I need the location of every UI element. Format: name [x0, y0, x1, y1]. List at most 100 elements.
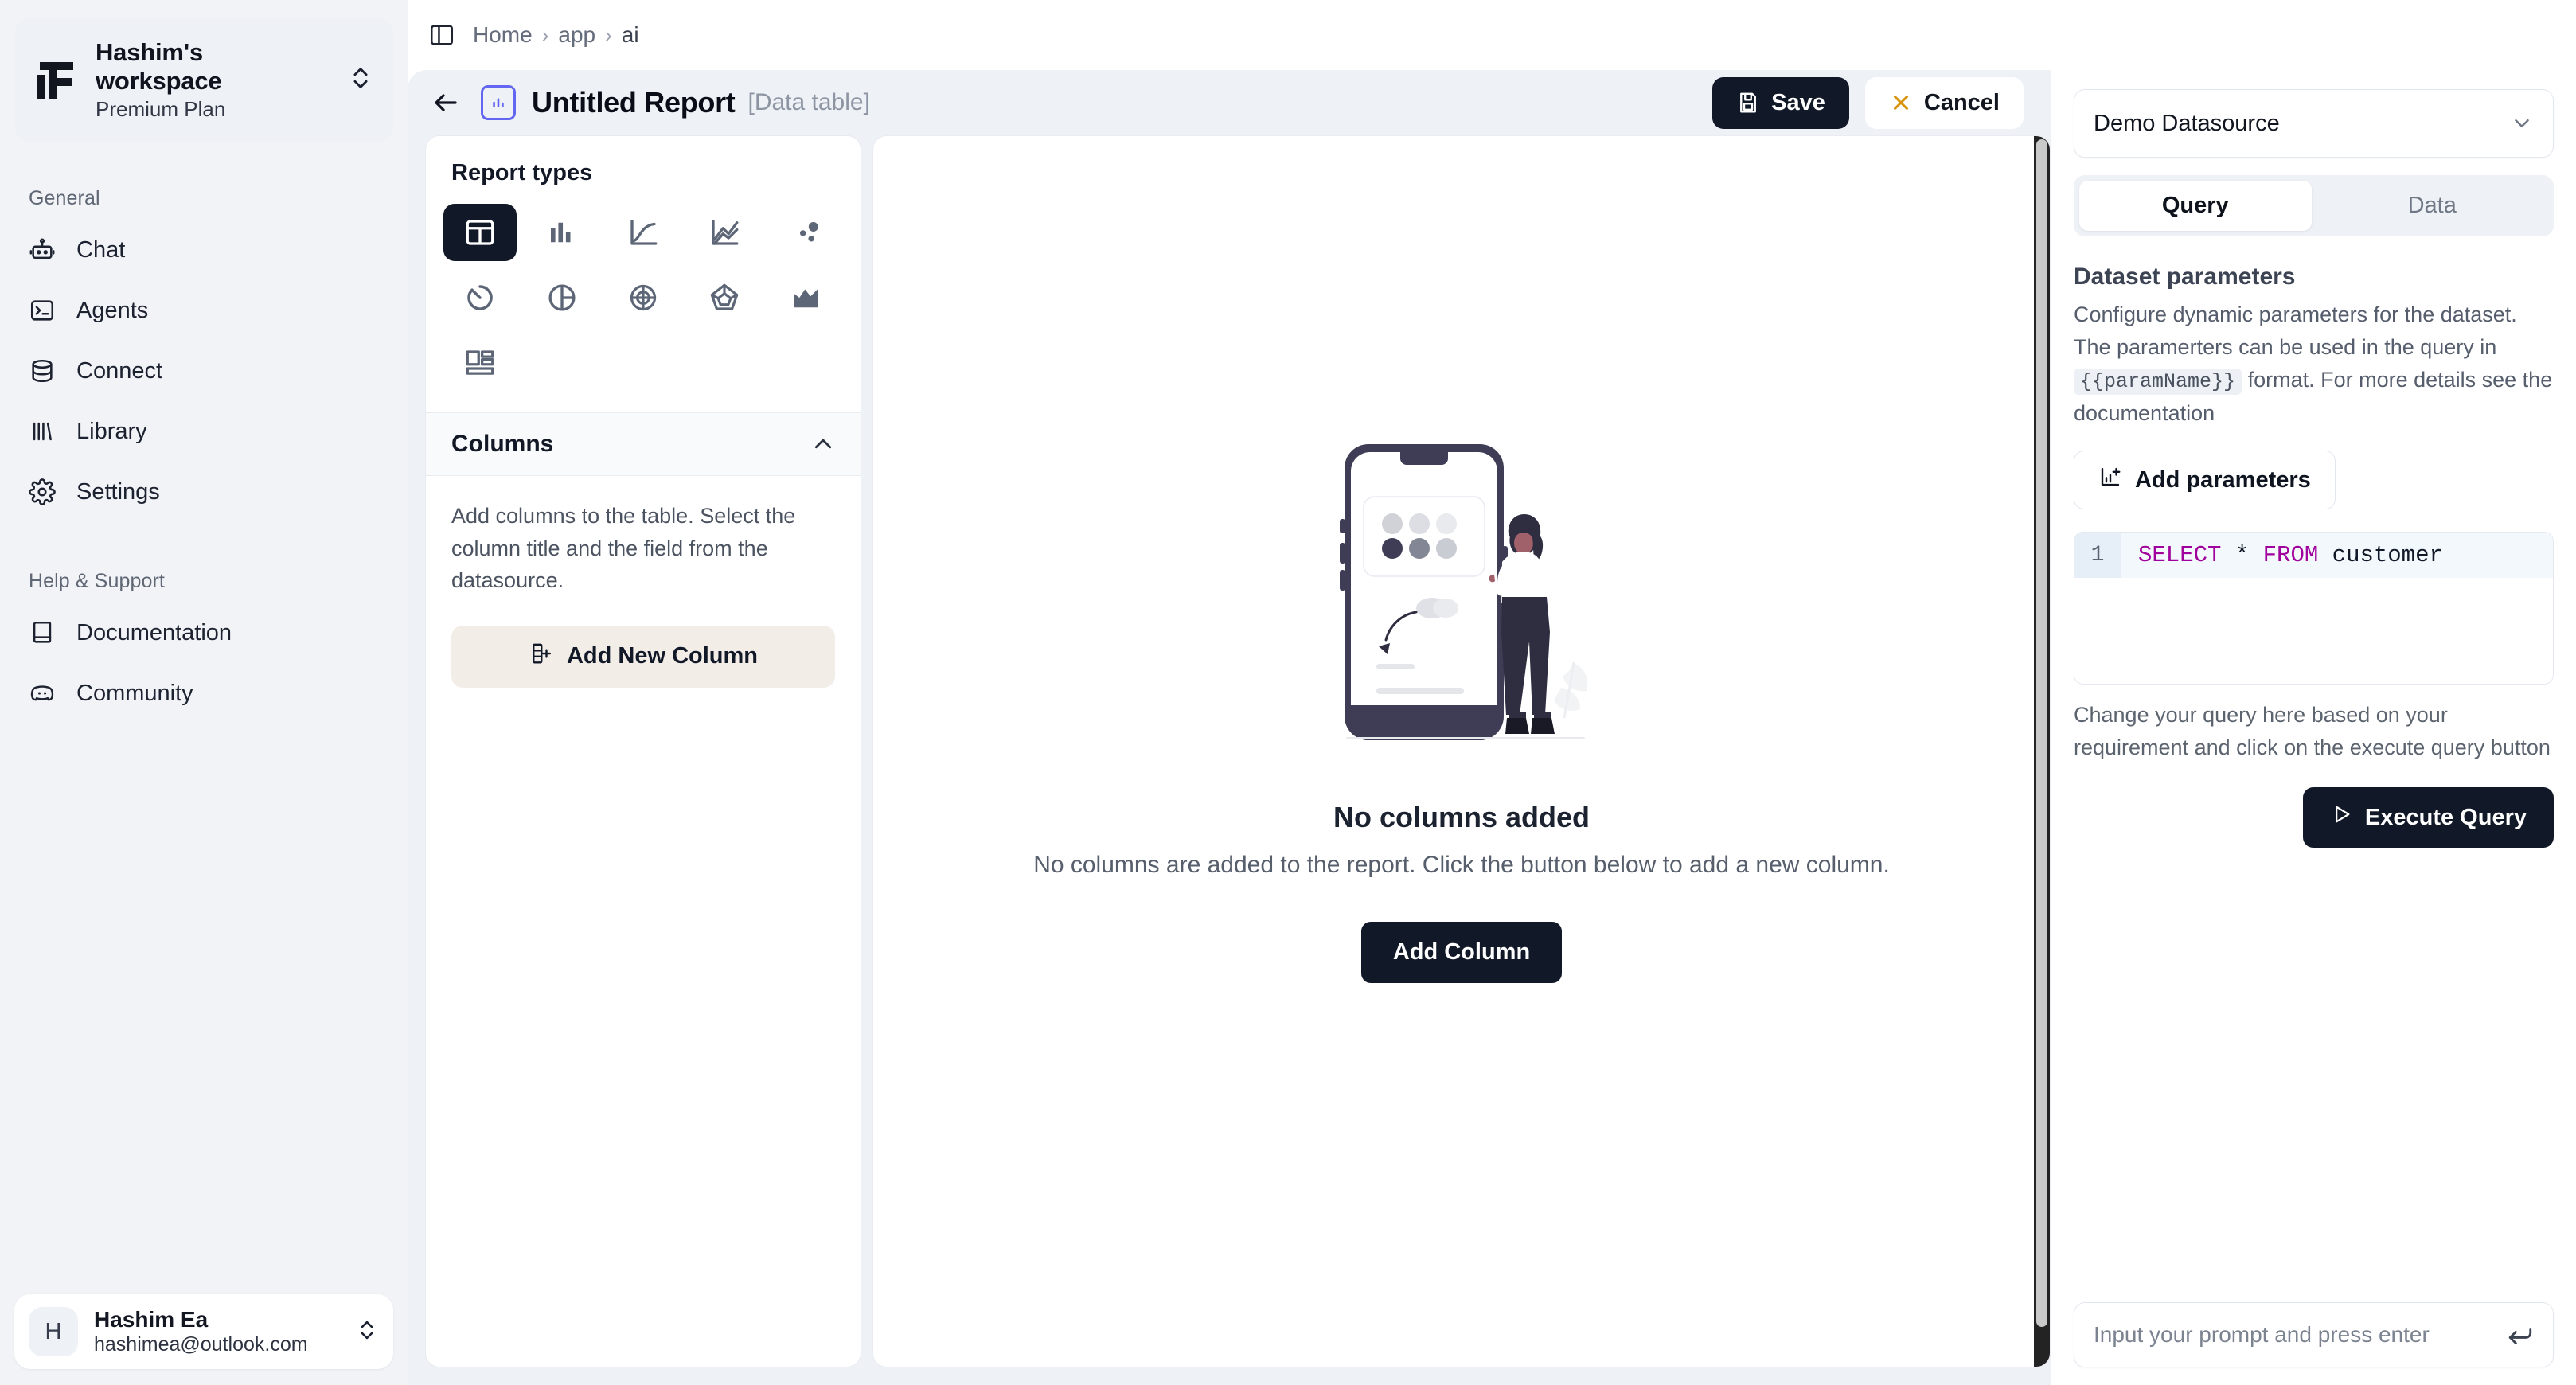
save-icon [1736, 91, 1760, 115]
workspace-logo-icon [33, 57, 80, 103]
cancel-button-label: Cancel [1923, 89, 2000, 115]
sql-keyword-select: SELECT [2138, 542, 2222, 569]
scrollbar-thumb[interactable] [2036, 139, 2047, 1327]
workspace-switcher[interactable]: Hashim's workspace Premium Plan [14, 18, 393, 142]
execute-query-row: Execute Query [2074, 787, 2554, 849]
report-type-bar-chart[interactable] [525, 204, 598, 261]
sidebar-item-label: Settings [76, 478, 160, 505]
report-type-scatter-chart[interactable] [770, 204, 843, 261]
cancel-button[interactable]: Cancel [1864, 76, 2024, 129]
work-area: Untitled Report [Data table] Save Cancel… [408, 70, 2576, 1385]
bot-icon [29, 236, 56, 263]
nav-group-general: General Chat Agents Connect Library Sett… [14, 187, 393, 517]
nav-group-help-support: Help & Support Documentation Community [14, 570, 393, 719]
sql-line-number: 1 [2074, 533, 2121, 579]
report-type-badge: [Data table] [747, 89, 870, 115]
sidebar-item-documentation[interactable]: Documentation [14, 607, 393, 658]
sidebar-item-settings[interactable]: Settings [14, 466, 393, 517]
sidebar-item-label: Connect [76, 357, 163, 384]
add-new-column-button[interactable]: Add New Column [451, 625, 835, 688]
sidebar-item-label: Agents [76, 297, 149, 323]
report-header: Untitled Report [Data table] Save Cancel [408, 70, 2051, 135]
add-parameters-button[interactable]: Add parameters [2074, 451, 2336, 510]
dataset-parameters-desc-part1: Configure dynamic parameters for the dat… [2074, 302, 2517, 360]
breadcrumb-item-ai[interactable]: ai [622, 22, 639, 48]
close-icon [1889, 91, 1913, 115]
report-canvas: No columns added No columns are added to… [872, 135, 2051, 1367]
chevron-up-down-icon [355, 1318, 379, 1346]
execute-query-label: Execute Query [2364, 804, 2527, 830]
breadcrumb-separator-icon: › [541, 22, 549, 47]
columns-description: Add columns to the table. Select the col… [451, 504, 796, 592]
report-type-radar-chart[interactable] [688, 269, 761, 326]
sidebar-item-label: Chat [76, 236, 126, 263]
report-type-gauge-chart[interactable] [443, 269, 517, 326]
toggle-sidebar-icon[interactable] [428, 21, 455, 49]
sql-star: * [2234, 542, 2250, 569]
report-type-area-line-chart[interactable] [688, 204, 761, 261]
left-config-panel: Report types Columns Add columns to the … [425, 135, 861, 1367]
breadcrumb-item-app[interactable]: app [558, 22, 595, 48]
tab-query[interactable]: Query [2079, 181, 2312, 231]
editor-panes: Report types Columns Add columns to the … [408, 135, 2051, 1385]
columns-section-body: Add columns to the table. Select the col… [426, 476, 861, 688]
execute-query-button[interactable]: Execute Query [2302, 787, 2554, 849]
nav-group-title: Help & Support [29, 570, 165, 592]
sql-editor-code[interactable]: SELECT * FROM customer [2121, 533, 2553, 578]
sql-table-name: customer [2332, 542, 2443, 569]
save-button[interactable]: Save [1712, 76, 1849, 129]
empty-state-title: No columns added [1333, 800, 1590, 833]
add-parameters-icon [2098, 465, 2122, 495]
report-types-grid [426, 204, 861, 412]
header-actions: Save Cancel [1712, 76, 2024, 129]
sidebar-item-library[interactable]: Library [14, 406, 393, 457]
prompt-input[interactable] [2094, 1322, 2496, 1348]
report-type-card-layout[interactable] [443, 334, 517, 392]
enter-key-icon[interactable] [2507, 1323, 2534, 1347]
sidebar-item-agents[interactable]: Agents [14, 285, 393, 336]
sql-editor-hint: Change your query here based on your req… [2074, 703, 2551, 759]
query-data-tabs: Query Data [2074, 175, 2554, 236]
library-icon [29, 418, 56, 445]
breadcrumb: Home › app › ai [473, 22, 639, 48]
right-query-panel: Demo Datasource Query Data Dataset param… [2051, 70, 2576, 1385]
report-type-line-chart[interactable] [607, 204, 680, 261]
sql-editor-line[interactable]: 1 SELECT * FROM customer [2074, 533, 2553, 579]
chevron-down-icon [2510, 111, 2534, 135]
ai-prompt-box[interactable] [2074, 1302, 2554, 1367]
report-type-area-chart[interactable] [770, 269, 843, 326]
sidebar-item-connect[interactable]: Connect [14, 345, 393, 396]
report-type-polar-chart[interactable] [607, 269, 680, 326]
sidebar-item-label: Community [76, 680, 193, 706]
tab-data[interactable]: Data [2316, 181, 2549, 231]
save-button-label: Save [1771, 89, 1825, 115]
canvas-vertical-scrollbar[interactable] [2034, 136, 2050, 1367]
columns-title: Columns [451, 431, 554, 457]
add-column-button[interactable]: Add Column [1360, 921, 1563, 983]
datasource-value: Demo Datasource [2094, 110, 2280, 136]
sidebar-item-chat[interactable]: Chat [14, 224, 393, 275]
empty-state-illustration [1322, 425, 1601, 759]
datasource-select[interactable]: Demo Datasource [2074, 89, 2554, 158]
workspace-name: Hashim's workspace [96, 38, 222, 95]
empty-state-description: No columns are added to the report. Clic… [1033, 851, 1890, 878]
sql-editor[interactable]: 1 SELECT * FROM customer [2074, 532, 2554, 685]
report-type-pie-chart[interactable] [525, 269, 598, 326]
breadcrumb-item-home[interactable]: Home [473, 22, 533, 48]
gear-icon [29, 478, 56, 505]
workspace-plan: Premium Plan [96, 97, 226, 121]
columns-section-header[interactable]: Columns [426, 412, 861, 476]
report-type-data-table[interactable] [443, 204, 517, 261]
top-bar: Home › app › ai [408, 0, 2576, 70]
param-format-code: {{paramName}} [2074, 369, 2242, 396]
dataset-parameters-title: Dataset parameters [2074, 263, 2296, 290]
empty-state: No columns added No columns are added to… [1033, 425, 1890, 983]
sidebar-item-community[interactable]: Community [14, 668, 393, 719]
report-chart-icon [481, 85, 516, 120]
user-account-switcher[interactable]: H Hashim Ea hashimea@outlook.com [14, 1294, 393, 1369]
back-arrow-icon[interactable] [431, 88, 460, 117]
sql-keyword-from: FROM [2262, 542, 2319, 569]
main-area: Home › app › ai Untitled Report [Data ta… [408, 0, 2576, 1385]
avatar: H [29, 1307, 78, 1356]
